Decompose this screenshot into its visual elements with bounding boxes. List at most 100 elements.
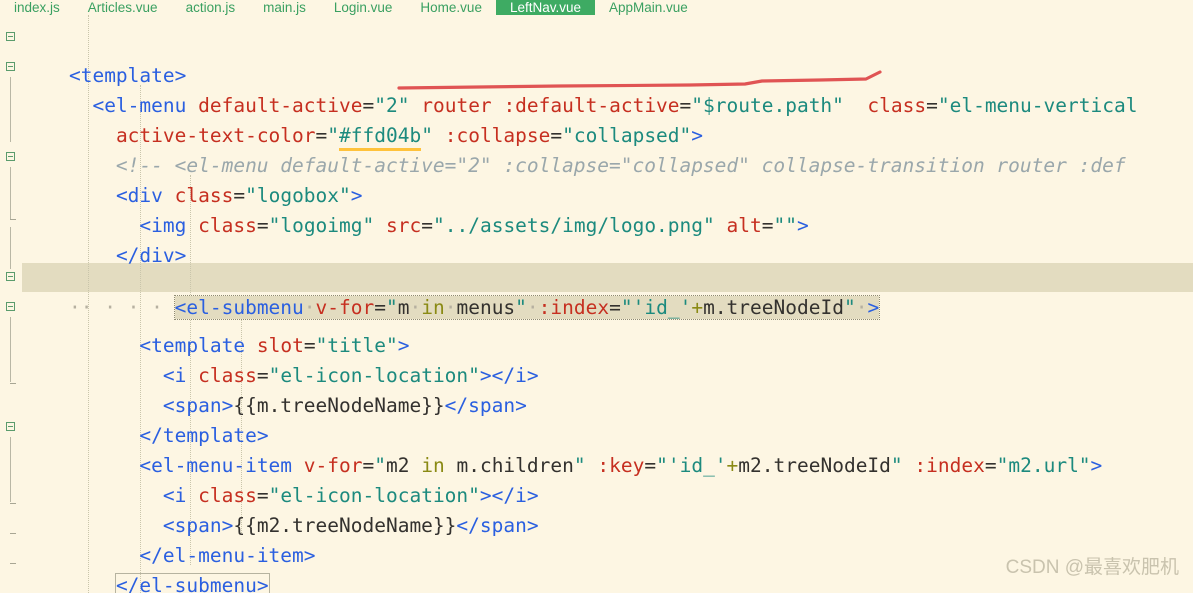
tab-login-vue[interactable]: Login.vue [320, 0, 407, 15]
token-tag-close: > [867, 296, 880, 319]
token-attr: :key [597, 454, 645, 477]
fold-line [10, 437, 11, 502]
token-string-literal: 'id_' [632, 296, 692, 319]
token-string: "" [773, 214, 797, 237]
token-quote: " [385, 296, 398, 319]
token-dot: · [855, 296, 868, 319]
code-line-5[interactable]: <div class="logobox"> [22, 151, 363, 207]
code-line-12[interactable]: <span>{{m.treeNodeName}}</span> [22, 361, 527, 417]
tab-main-js[interactable]: main.js [249, 0, 320, 15]
token-dot: · [303, 296, 316, 319]
token-operator-plus: + [691, 296, 704, 319]
fold-end-el-menu [10, 563, 16, 564]
token-quote: " [573, 454, 586, 477]
token-tag-close: > [1090, 454, 1103, 477]
token-eq: = [421, 214, 433, 237]
token-tag-close: </span> [456, 514, 539, 537]
fold-marker-el-menu[interactable] [6, 62, 15, 71]
code-line-2[interactable]: <el-menu default-active="2" router :defa… [22, 61, 1137, 117]
fold-marker-div[interactable] [6, 152, 15, 161]
code-line-1[interactable]: <template> [22, 31, 186, 87]
token-expr: m2.treeNodeId [738, 454, 891, 477]
token-keyword-in: in [421, 296, 445, 319]
selected-tag-el-submenu[interactable]: <el-submenu·v-for="m·in·menus"·:index="'… [173, 295, 881, 320]
code-line-14[interactable]: <el-menu-item v-for="m2 in m.children" :… [22, 421, 1102, 477]
token-string: "$route.path" [691, 94, 844, 117]
fold-marker-template[interactable] [6, 32, 15, 41]
token-attr: class [198, 214, 257, 237]
tab-leftnav-vue[interactable]: LeftNav.vue [495, 0, 595, 15]
token-quote: " [515, 296, 527, 319]
fold-end-div [10, 219, 16, 220]
code-line-6[interactable]: <img class="logoimg" src="../assets/img/… [22, 181, 808, 237]
token-tag-close: </span> [444, 394, 527, 417]
fold-gutter[interactable] [0, 15, 22, 593]
token-quote: " [843, 296, 856, 319]
token-tag: <el-submenu [174, 296, 304, 319]
token-quote: " [620, 296, 633, 319]
code-editor[interactable]: <template> <el-menu default-active="2" r… [0, 15, 1193, 593]
fold-marker-el-menu-item[interactable] [6, 422, 15, 431]
code-line-9[interactable]: · · · · · <el-submenu·v-for="m·in·menus"·… [22, 263, 881, 320]
tab-action-js[interactable]: action.js [172, 0, 250, 15]
token-expr: m.treeNodeId [703, 296, 844, 319]
token-eq: = [761, 214, 774, 237]
fold-line [10, 227, 11, 269]
token-string: "../assets/img/logo.png" [433, 214, 715, 237]
fold-line [10, 77, 11, 142]
token-attr: class [867, 94, 927, 117]
code-line-7[interactable]: </div> [22, 211, 186, 267]
fold-end-el-menu-item [10, 503, 16, 504]
tab-appmain-vue[interactable]: AppMain.vue [595, 0, 702, 15]
token-string: "el-menu-vertical [937, 94, 1138, 117]
tab-articles-vue[interactable]: Articles.vue [74, 0, 172, 15]
fold-marker-el-submenu[interactable] [6, 272, 15, 281]
token-attr: v-for [315, 296, 375, 319]
code-line-19[interactable]: </el-menu> [22, 571, 210, 593]
token-attr: src [386, 214, 422, 237]
token-eq: = [644, 454, 657, 477]
token-expr: m [397, 296, 410, 319]
token-eq: = [926, 94, 938, 117]
token-attr: :index [538, 296, 610, 319]
token-eq: = [374, 296, 386, 319]
code-line-18[interactable]: </el-submenu> [22, 541, 270, 593]
token-operator-plus: + [726, 454, 739, 477]
token-attr: alt [726, 214, 762, 237]
code-line-3[interactable]: active-text-color="#ffd04b" :collapse="c… [22, 91, 703, 151]
token-quote: " [890, 454, 903, 477]
token-eq: = [609, 296, 621, 319]
fold-line [10, 167, 11, 219]
token-dot: · [526, 296, 539, 319]
code-line-15[interactable]: <i class="el-icon-location"></i> [22, 451, 539, 507]
code-line-4[interactable]: <!-- <el-menu default-active="2" :collap… [22, 121, 1126, 177]
fold-line [10, 317, 11, 382]
csdn-watermark: CSDN @最喜欢肥机 [1005, 557, 1179, 578]
fold-marker-slot-template[interactable] [6, 302, 15, 311]
token-string: "logoimg" [268, 214, 375, 237]
code-line-16[interactable]: <span>{{m2.treeNodeName}}</span> [22, 481, 539, 537]
tab-home-vue[interactable]: Home.vue [406, 0, 496, 15]
tab-index-js[interactable]: index.js [0, 0, 74, 15]
code-line-11[interactable]: <i class="el-icon-location"></i> [22, 331, 539, 387]
token-dot: · [409, 296, 422, 319]
fold-end-template [10, 383, 16, 384]
code-line-17[interactable]: </el-menu-item> [22, 511, 315, 567]
token-tag-close: > [796, 214, 809, 237]
editor-tab-bar: index.js Articles.vue action.js main.js … [0, 0, 1193, 15]
token-string-literal: 'id_' [667, 454, 727, 477]
token-eq: = [256, 214, 269, 237]
token-quote: " [656, 454, 668, 477]
fold-end-el-submenu [10, 533, 16, 534]
token-eq: = [984, 454, 997, 477]
token-string: "m2.url" [996, 454, 1091, 477]
code-line-13[interactable]: </template> [22, 391, 268, 447]
token-expr: menus [456, 296, 516, 319]
token-dot: · [444, 296, 457, 319]
